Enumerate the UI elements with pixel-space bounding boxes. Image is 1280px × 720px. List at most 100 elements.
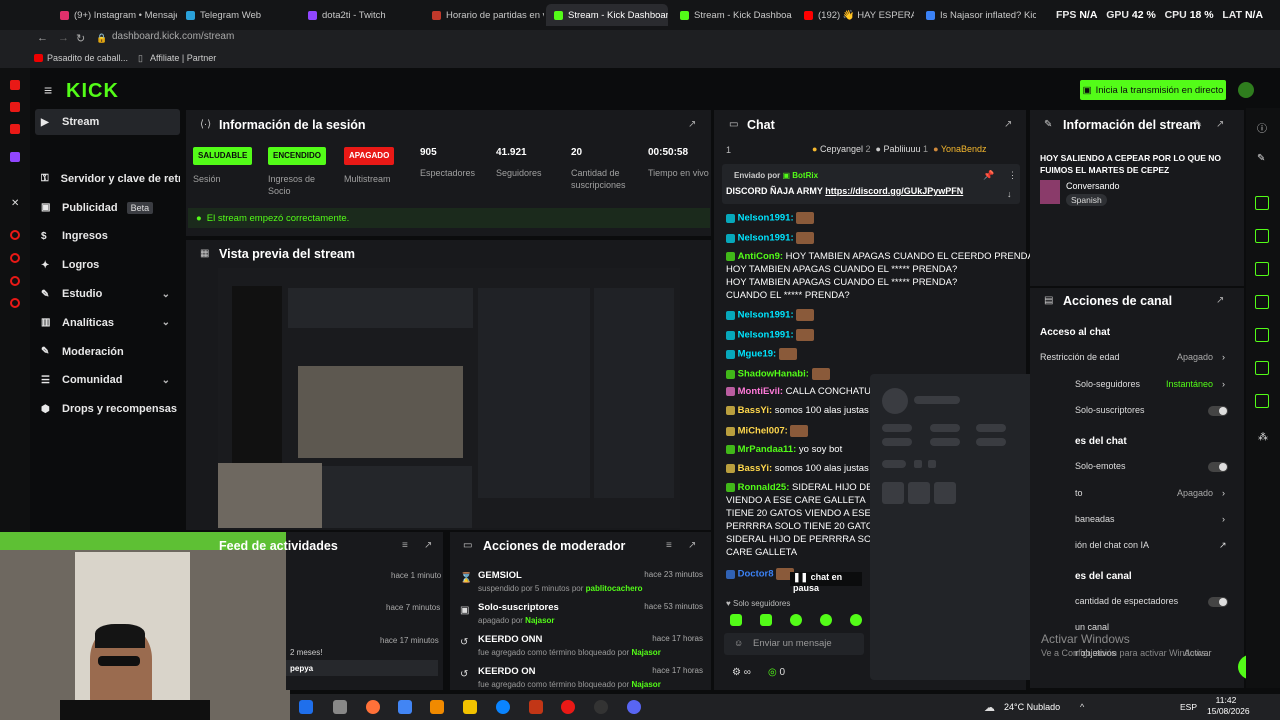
browser-tab[interactable]: (192) 👋 HAY ESPERANZA [796, 4, 914, 26]
tool-icon[interactable] [1255, 295, 1269, 309]
pin-icon[interactable]: 📌 [983, 170, 994, 181]
chat-username[interactable]: Mgue19: [738, 349, 777, 360]
chat-message[interactable]: TIENE 20 GATOS VIENDO A ESE C [726, 508, 880, 519]
emote-icon[interactable] [850, 614, 862, 626]
chat-username[interactable]: MiChel007: [738, 426, 788, 437]
chat-username[interactable]: MrPandaa11: [738, 444, 797, 455]
filter-icon[interactable]: ≡ [666, 540, 672, 551]
chat-username[interactable]: AntiCon9: [738, 251, 783, 262]
emoji-icon[interactable]: ☺ [734, 638, 743, 648]
chat-message[interactable]: MiChel007: [726, 425, 809, 437]
mod-action-user[interactable]: Najasor [631, 648, 660, 657]
chat-username[interactable]: Nelson1991: [738, 330, 794, 341]
emotes-only-toggle[interactable] [1208, 462, 1228, 472]
chat-message[interactable]: Mgue19: [726, 348, 797, 360]
edge-icon[interactable] [496, 700, 510, 714]
chevron-right-icon[interactable]: › [1222, 488, 1225, 498]
sidebar-item[interactable]: ⬢ Drops y recompensas [35, 396, 180, 422]
x-icon[interactable]: ✕ [11, 198, 19, 209]
browser-tab[interactable]: Stream - Kick Dashboard [672, 4, 792, 26]
edit-icon[interactable]: ✎ [1257, 153, 1265, 164]
explorer-icon[interactable] [463, 700, 477, 714]
popout-icon[interactable]: ↗ [424, 540, 432, 551]
tool-icon[interactable] [1255, 229, 1269, 243]
app-icon[interactable] [333, 700, 347, 714]
sidebar-item[interactable]: ▣ Publicidad Beta [35, 195, 180, 221]
banned-words-setting[interactable]: baneadas [1075, 514, 1115, 524]
obs-icon[interactable] [594, 700, 608, 714]
discord-icon[interactable] [627, 700, 641, 714]
sidebar-item[interactable]: $ Ingresos [35, 223, 180, 249]
chat-username[interactable]: Nelson1991: [738, 233, 794, 244]
chat-message[interactable]: ShadowHanabi: [726, 368, 830, 380]
sidebar-item[interactable]: ✦ Logros [35, 252, 180, 278]
pinned-message[interactable] [722, 164, 1020, 204]
app-icon[interactable] [10, 298, 20, 308]
chat-username[interactable]: BassYi: [738, 405, 773, 416]
opera-icon[interactable] [561, 700, 575, 714]
kick-logo[interactable]: KICK [66, 80, 119, 103]
chat-message[interactable]: CUANDO EL ***** PRENDA? [726, 290, 850, 301]
app-icon[interactable] [10, 276, 20, 286]
browser-tab[interactable]: dota2ti - Twitch [300, 4, 420, 26]
weather-text[interactable]: 24°C Nublado [1004, 702, 1060, 712]
sidebar-item[interactable]: ✎ Moderación [35, 339, 180, 365]
app-icon[interactable] [10, 230, 20, 240]
popout-icon[interactable]: ↗ [1216, 295, 1224, 306]
discord-link[interactable]: https://discord.gg/GUkJPywPFN [825, 186, 963, 196]
chat-message[interactable]: MrPandaa11: yo soy bot [726, 444, 842, 455]
chevron-right-icon[interactable]: › [1222, 514, 1225, 524]
browser-tab[interactable]: Telegram Web [178, 4, 294, 26]
chat-username[interactable]: Doctor8 [738, 569, 774, 580]
browser-tab[interactable]: Stream - Kick Dashboard [546, 4, 668, 26]
ai-moderation-setting[interactable]: ión del chat con IA [1075, 540, 1149, 550]
chat-input[interactable]: ☺ Enviar un mensaje [724, 633, 864, 655]
vlc-icon[interactable] [430, 700, 444, 714]
external-link-icon[interactable]: ↗ [1219, 540, 1227, 551]
chat-message[interactable]: PERRRRA SOLO TIENE 20 GATOS V [726, 521, 889, 532]
mod-action-user[interactable]: pablitocachero [586, 584, 643, 593]
browser-tab[interactable]: Is Najasor inflated? Kick [918, 4, 1036, 26]
app-icon[interactable] [10, 102, 20, 112]
forward-icon[interactable]: → [58, 32, 69, 44]
bookmark-2[interactable]: Affiliate | Partner [150, 53, 216, 63]
popout-icon[interactable]: ↗ [688, 540, 696, 551]
filter-icon[interactable]: ≡ [402, 540, 408, 551]
share-icon[interactable]: ⁂ [1258, 432, 1268, 443]
slow-mode-value[interactable]: Apagado [1177, 488, 1213, 498]
chat-username[interactable]: Nelson1991: [738, 213, 794, 224]
menu-icon[interactable]: ≡ [44, 82, 52, 98]
chat-username[interactable]: MontiEvil: [738, 386, 783, 397]
chevron-down-icon[interactable]: ⌄ [162, 317, 170, 328]
tool-icon[interactable] [1255, 328, 1269, 342]
app-icon[interactable] [529, 700, 543, 714]
app-icon[interactable] [10, 124, 20, 134]
app-icon[interactable] [10, 253, 20, 263]
tray-chevron-icon[interactable]: ^ [1080, 702, 1084, 712]
language-indicator[interactable]: ESP [1180, 702, 1197, 712]
popout-icon[interactable]: ↗ [1004, 119, 1012, 130]
chat-username[interactable]: Ronnald25: [738, 482, 790, 493]
chat-message[interactable]: BassYi: somos 100 alas justas [726, 463, 869, 474]
followers-only-value[interactable]: Instantáneo [1166, 379, 1213, 389]
twitch-icon[interactable] [10, 152, 20, 162]
arrow-down-icon[interactable]: ↓ [1007, 189, 1012, 199]
chat-message[interactable]: SIDERAL HIJO DE PERRRRA SOLO [726, 534, 884, 545]
chat-username[interactable]: BassYi: [738, 463, 773, 474]
subs-only-toggle[interactable] [1208, 406, 1228, 416]
app-icon[interactable] [299, 700, 313, 714]
chat-paused-button[interactable]: ❚❚ chat en pausa [790, 572, 862, 593]
viewer-count-toggle[interactable] [1208, 597, 1228, 607]
sidebar-item[interactable]: ✎ Estudio ⌄ [35, 281, 180, 307]
chat-message[interactable]: HOY TAMBIEN APAGAS CUANDO EL ***** PREND… [726, 264, 957, 275]
tool-icon[interactable] [1255, 196, 1269, 210]
popout-icon[interactable]: ↗ [1216, 119, 1224, 130]
tool-icon[interactable] [1255, 361, 1269, 375]
chat-message[interactable]: BassYi: somos 100 alas justas [726, 405, 869, 416]
emote-icon[interactable] [730, 614, 742, 626]
chat-settings-icon[interactable]: ⚙ ∞ [732, 667, 751, 678]
back-icon[interactable]: ← [37, 32, 48, 44]
sidebar-item[interactable]: ▶ Stream [35, 109, 180, 135]
popout-icon[interactable]: ↗ [688, 119, 696, 130]
chevron-down-icon[interactable]: ⌄ [162, 289, 170, 300]
